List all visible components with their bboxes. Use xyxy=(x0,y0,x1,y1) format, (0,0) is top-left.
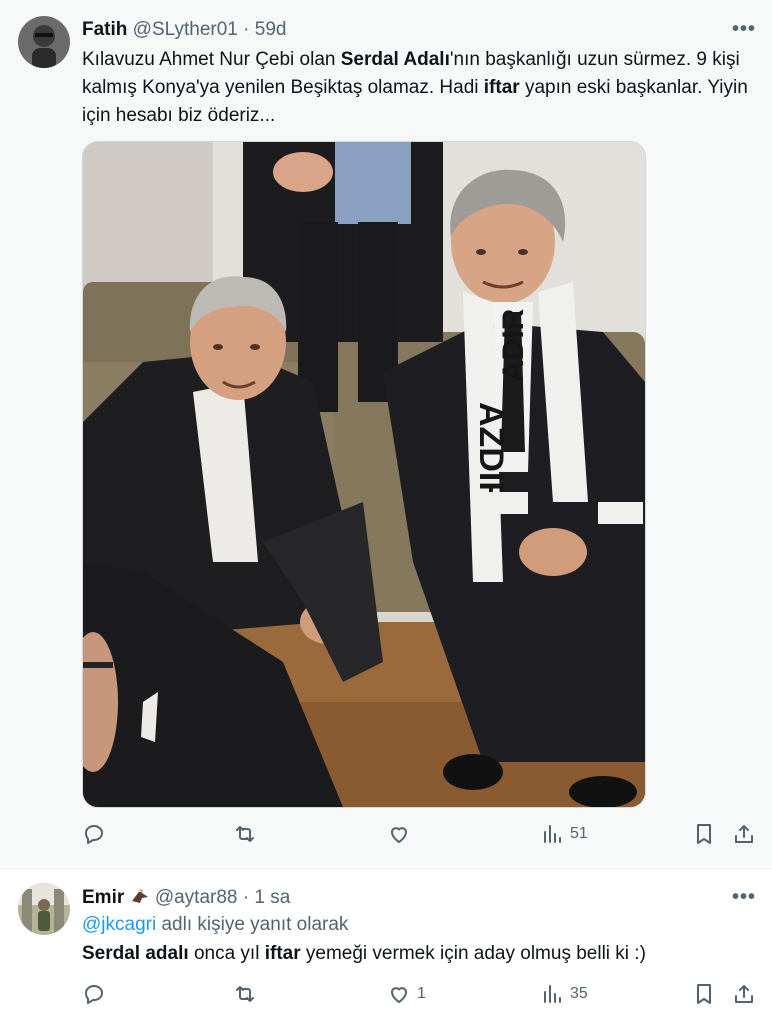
retweet-icon xyxy=(236,986,254,1002)
reply-button[interactable] xyxy=(82,982,112,1006)
timestamp[interactable]: 1 sa xyxy=(254,887,290,908)
scarf-text-right: ADIR xyxy=(497,308,530,382)
reply-button[interactable] xyxy=(82,822,112,846)
display-name[interactable]: Fatih xyxy=(82,19,127,40)
text-segment: yemeği vermek için aday olmuş belli ki :… xyxy=(300,943,646,964)
text-bold-segment: Serdal adalı xyxy=(82,943,189,964)
like-icon xyxy=(391,987,407,1003)
tweet-actions: 1 35 xyxy=(82,982,757,1010)
share-button[interactable] xyxy=(732,822,756,846)
views-button[interactable]: 35 xyxy=(540,982,588,1006)
avatar-fatih[interactable] xyxy=(18,16,70,68)
tweet-header: Fatih @SLyther01 · 59d xyxy=(82,19,286,41)
display-name[interactable]: Emir xyxy=(82,887,124,908)
text-bold-segment: iftar xyxy=(483,77,520,98)
separator-dot: · xyxy=(243,19,250,40)
views-count: 51 xyxy=(570,825,588,842)
retweet-button[interactable] xyxy=(233,982,263,1006)
separator-dot: · xyxy=(242,887,250,908)
share-icon xyxy=(735,825,753,843)
views-button[interactable]: 51 xyxy=(540,822,588,846)
timestamp[interactable]: 59d xyxy=(255,19,287,40)
like-button[interactable] xyxy=(387,822,417,846)
views-icon xyxy=(544,985,561,1003)
reply-icon xyxy=(85,825,103,844)
text-bold-segment: Serdal Adalı xyxy=(340,49,450,70)
tweet-1[interactable]: Fatih @SLyther01 · 59d ••• Kılavuzu Ahme… xyxy=(0,0,772,866)
user-handle[interactable]: @aytar88 xyxy=(155,887,238,908)
like-count: 1 xyxy=(417,985,426,1002)
tweet-text: Kılavuzu Ahmet Nur Çebi olan Serdal Adal… xyxy=(82,46,752,130)
tweet-actions: 51 xyxy=(82,822,757,850)
tweet-text: Serdal adalı onca yıl iftar yemeği verme… xyxy=(82,940,752,968)
scarf-text-left: AZDIR xyxy=(472,402,510,506)
reply-icon xyxy=(85,985,103,1004)
bookmark-button[interactable] xyxy=(692,822,716,846)
more-icon[interactable]: ••• xyxy=(732,886,756,909)
replying-to: @jkcagri adlı kişiye yanıt olarak xyxy=(82,914,348,936)
user-handle[interactable]: @SLyther01 xyxy=(133,19,238,40)
mention-link[interactable]: @jkcagri xyxy=(82,914,156,935)
tweet-2[interactable]: Emir @aytar88 · 1 sa ••• @jkcagri adlı k… xyxy=(0,868,772,1025)
text-bold-segment: iftar xyxy=(264,943,301,964)
views-icon xyxy=(544,825,561,843)
tweet-header: Emir @aytar88 · 1 sa xyxy=(82,887,290,909)
like-icon xyxy=(391,827,407,843)
bookmark-button[interactable] xyxy=(692,982,716,1006)
share-button[interactable] xyxy=(732,982,756,1006)
retweet-icon xyxy=(236,826,254,842)
reply-suffix: adlı kişiye yanıt olarak xyxy=(156,914,349,935)
eagle-emoji-icon xyxy=(130,887,150,905)
like-button[interactable]: 1 xyxy=(387,982,426,1006)
views-count: 35 xyxy=(570,985,588,1002)
share-icon xyxy=(735,985,753,1003)
retweet-button[interactable] xyxy=(233,822,263,846)
bookmark-icon xyxy=(697,824,711,844)
text-segment: Kılavuzu Ahmet Nur Çebi olan xyxy=(82,49,341,70)
more-icon[interactable]: ••• xyxy=(732,18,756,41)
text-segment: onca yıl xyxy=(188,943,265,964)
bookmark-icon xyxy=(697,984,711,1004)
tweet-photo[interactable]: AZDIR ADIR xyxy=(82,141,646,808)
avatar-emir[interactable] xyxy=(18,883,70,935)
